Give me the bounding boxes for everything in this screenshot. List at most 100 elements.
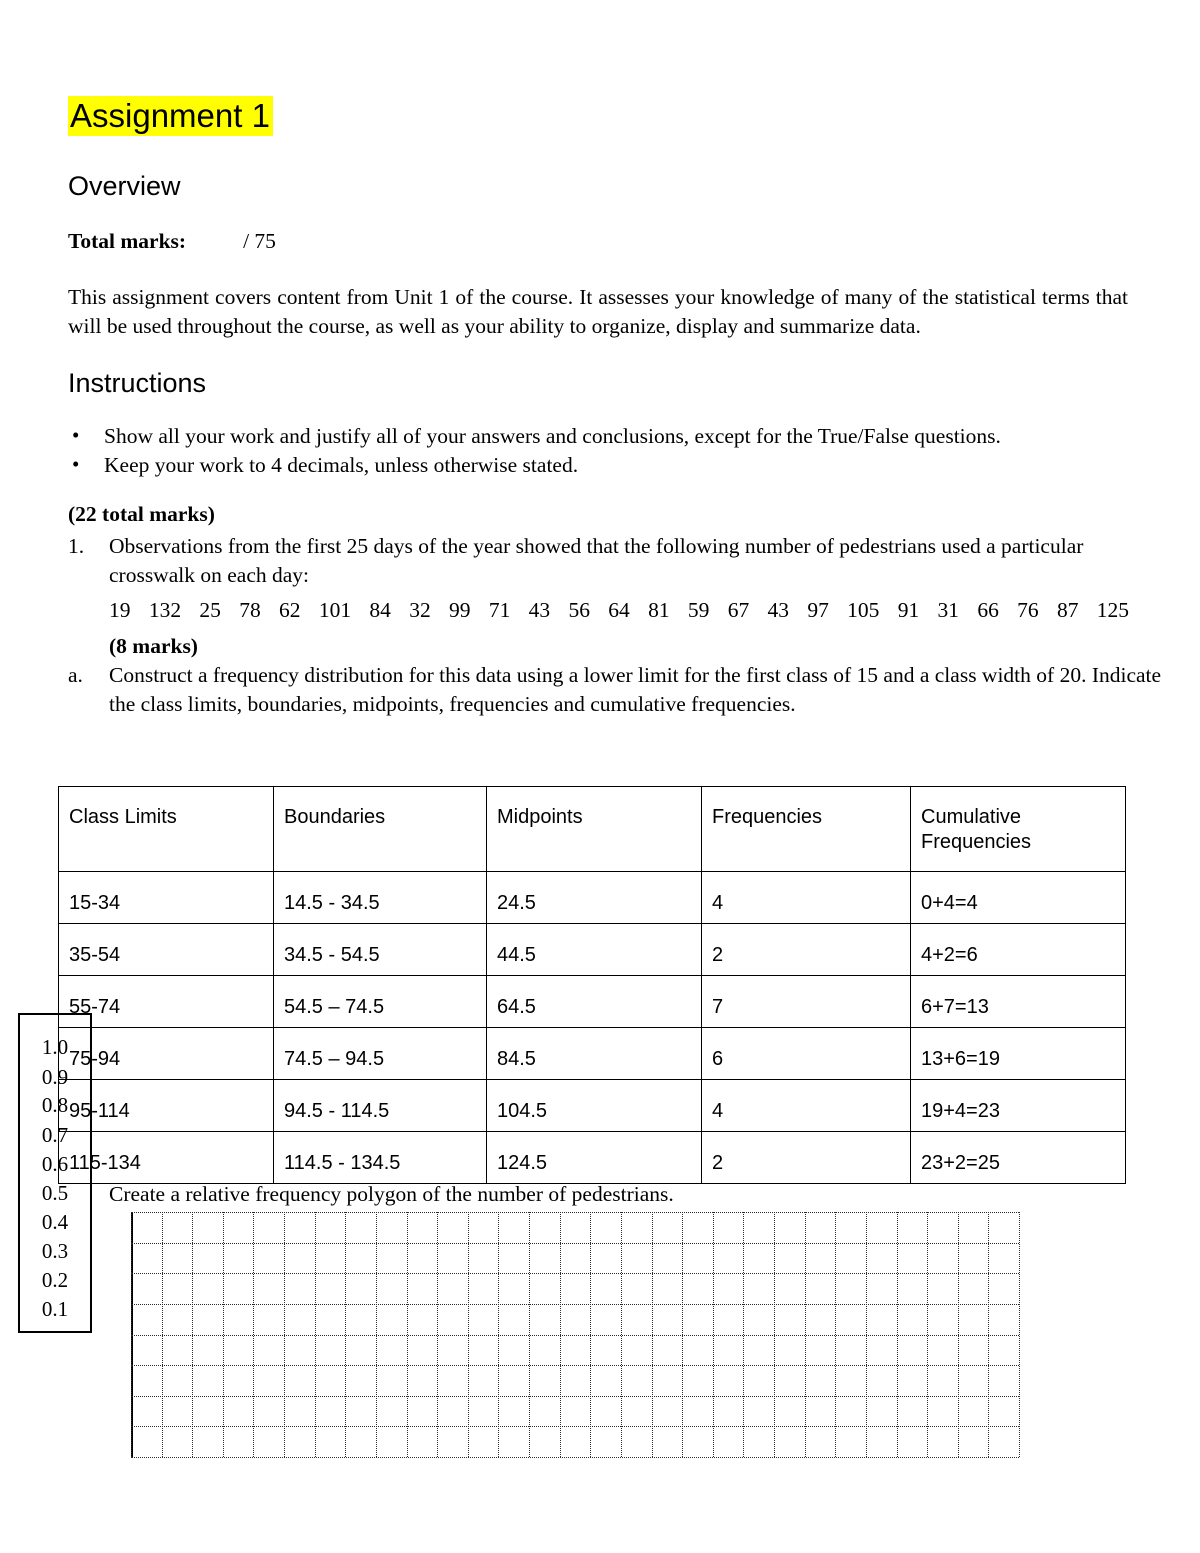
cell-frequency: 7 xyxy=(701,975,911,1028)
cell-frequency: 2 xyxy=(701,923,911,976)
list-item-label: Show all your work and justify all of yo… xyxy=(104,424,1001,448)
data-value: 31 xyxy=(937,598,960,622)
cell-midpoint: 24.5 xyxy=(486,871,702,924)
list-item: • Keep your work to 4 decimals, unless ot… xyxy=(68,451,1128,480)
data-value: 84 xyxy=(369,598,391,622)
cell-midpoint: 124.5 xyxy=(486,1131,702,1184)
data-value: 64 xyxy=(608,598,630,622)
question-1a-marker: a. xyxy=(68,663,83,687)
cell-frequency: 2 xyxy=(701,1131,911,1184)
total-marks-label: Total marks: xyxy=(68,229,187,253)
data-value: 43 xyxy=(528,598,551,622)
data-value: 132 xyxy=(148,598,182,622)
y-axis-tick-label: 0.9 xyxy=(41,1065,69,1089)
table-header-midpoints: Midpoints xyxy=(486,786,702,872)
cell-midpoint: 64.5 xyxy=(486,975,702,1028)
data-value: 105 xyxy=(847,598,880,622)
data-value: 101 xyxy=(318,598,352,622)
y-axis-tick-label: 0.7 xyxy=(41,1123,69,1147)
cell-midpoint: 104.5 xyxy=(486,1079,702,1132)
question-1: 1. Observations from the first 25 days of… xyxy=(68,532,1167,590)
page-title: Assignment 1 xyxy=(68,96,273,136)
data-value: 25 xyxy=(199,598,221,622)
document-page: Assignment 1 Overview Total marks: / 75 T… xyxy=(0,0,1200,1553)
table-header-cumulative-frequencies: Cumulative Frequencies xyxy=(910,786,1126,872)
cell-boundaries: 34.5 - 54.5 xyxy=(273,923,487,976)
table-header-frequencies: Frequencies xyxy=(701,786,911,872)
section-marks: (22 total marks) xyxy=(68,502,215,526)
overview-paragraph: This assignment covers content from Unit… xyxy=(68,285,1128,338)
part-a-marks: (8 marks) xyxy=(109,634,198,658)
cell-boundaries: 94.5 - 114.5 xyxy=(273,1079,487,1132)
grid-vertical-line xyxy=(1019,1212,1020,1457)
instructions-list: • Show all your work and justify all of y… xyxy=(68,422,1128,480)
data-value: 43 xyxy=(767,598,790,622)
data-value: 99 xyxy=(449,598,471,622)
y-axis-tick-label: 0.5 xyxy=(41,1181,69,1205)
data-value: 91 xyxy=(897,598,920,622)
table-row: 55-74 54.5 – 74.5 64.5 7 6+7=13 xyxy=(58,975,1126,1028)
cell-cumulative: 0+4=4 xyxy=(910,871,1126,924)
list-item-label: Keep your work to 4 decimals, unless oth… xyxy=(104,453,579,477)
data-value: 67 xyxy=(727,598,750,622)
cell-class-limits: 35-54 xyxy=(58,923,274,976)
cell-frequency: 4 xyxy=(701,871,911,924)
grid-horizontal-line xyxy=(131,1426,1019,1427)
table-row: 95-114 94.5 - 114.5 104.5 4 19+4=23 xyxy=(58,1079,1126,1132)
polygon-prompt-text: Create a relative frequency polygon of t… xyxy=(109,1182,674,1206)
cumulative-line-2: Frequencies xyxy=(921,831,1032,853)
data-value: 32 xyxy=(409,598,431,622)
question-1-text: Observations from the first 25 days of t… xyxy=(109,534,1084,587)
grid-horizontal-line xyxy=(131,1273,1019,1274)
table-row: 35-54 34.5 - 54.5 44.5 2 4+2=6 xyxy=(58,923,1126,976)
cell-frequency: 4 xyxy=(701,1079,911,1132)
data-value: 19 xyxy=(109,598,131,622)
total-marks-line: Total marks: / 75 xyxy=(68,227,276,256)
table-header-boundaries: Boundaries xyxy=(273,786,487,872)
y-axis-tick-label: 0.1 xyxy=(41,1297,69,1321)
grid-horizontal-line xyxy=(131,1365,1019,1366)
data-value: 66 xyxy=(977,598,999,622)
table-row: 115-134 114.5 - 134.5 124.5 2 23+2=25 xyxy=(58,1131,1126,1184)
data-value: 81 xyxy=(648,598,670,622)
table-row: 15-34 14.5 - 34.5 24.5 4 0+4=4 xyxy=(58,871,1126,924)
instructions-heading: Instructions xyxy=(68,368,207,398)
data-value: 87 xyxy=(1056,598,1079,622)
overview-heading: Overview xyxy=(68,171,181,201)
y-axis-tick-label: 0.6 xyxy=(41,1152,69,1176)
cell-cumulative: 6+7=13 xyxy=(910,975,1126,1028)
bullet-icon: • xyxy=(72,452,80,476)
cell-midpoint: 44.5 xyxy=(486,923,702,976)
cell-class-limits: 15-34 xyxy=(58,871,274,924)
cell-cumulative: 4+2=6 xyxy=(910,923,1126,976)
data-value: 59 xyxy=(687,598,710,622)
grid-horizontal-line xyxy=(131,1243,1019,1244)
grid-horizontal-line xyxy=(131,1396,1019,1397)
y-axis-tick-label: 0.3 xyxy=(41,1239,69,1263)
cell-cumulative: 19+4=23 xyxy=(910,1079,1126,1132)
list-item: • Show all your work and justify all of y… xyxy=(68,422,1128,451)
cell-boundaries: 114.5 - 134.5 xyxy=(273,1131,487,1184)
y-axis-tick-label: 0.4 xyxy=(41,1210,69,1234)
grid-horizontal-line xyxy=(131,1335,1019,1336)
data-value: 97 xyxy=(807,598,829,622)
question-1a: a. Construct a frequency distribution for… xyxy=(68,661,1167,719)
y-axis-tick-label: 0.2 xyxy=(41,1268,69,1292)
grid-horizontal-line xyxy=(131,1304,1019,1305)
table-header-class-limits: Class Limits xyxy=(58,786,274,872)
cell-midpoint: 84.5 xyxy=(486,1027,702,1080)
cumulative-line-1: Cumulative xyxy=(921,806,1022,828)
bullet-icon: • xyxy=(72,423,80,447)
cell-boundaries: 74.5 – 94.5 xyxy=(273,1027,487,1080)
question-1a-text: Construct a frequency distribution for t… xyxy=(109,663,1162,716)
data-value: 62 xyxy=(279,598,301,622)
y-axis-label-box: 1.0 0.9 0.8 0.7 0.6 0.5 0.4 0.3 0.2 0.1 xyxy=(18,1013,92,1333)
cell-cumulative: 23+2=25 xyxy=(910,1131,1126,1184)
grid-horizontal-line xyxy=(131,1457,1019,1458)
y-axis-tick-label: 0.8 xyxy=(41,1093,69,1117)
frequency-distribution-table: Class Limits Boundaries Midpoints Freque… xyxy=(58,786,1126,1184)
data-value: 125 xyxy=(1096,598,1129,622)
y-axis-tick-label: 1.0 xyxy=(41,1035,69,1059)
page-title-text: Assignment 1 xyxy=(68,96,273,136)
data-value: 71 xyxy=(488,598,511,622)
